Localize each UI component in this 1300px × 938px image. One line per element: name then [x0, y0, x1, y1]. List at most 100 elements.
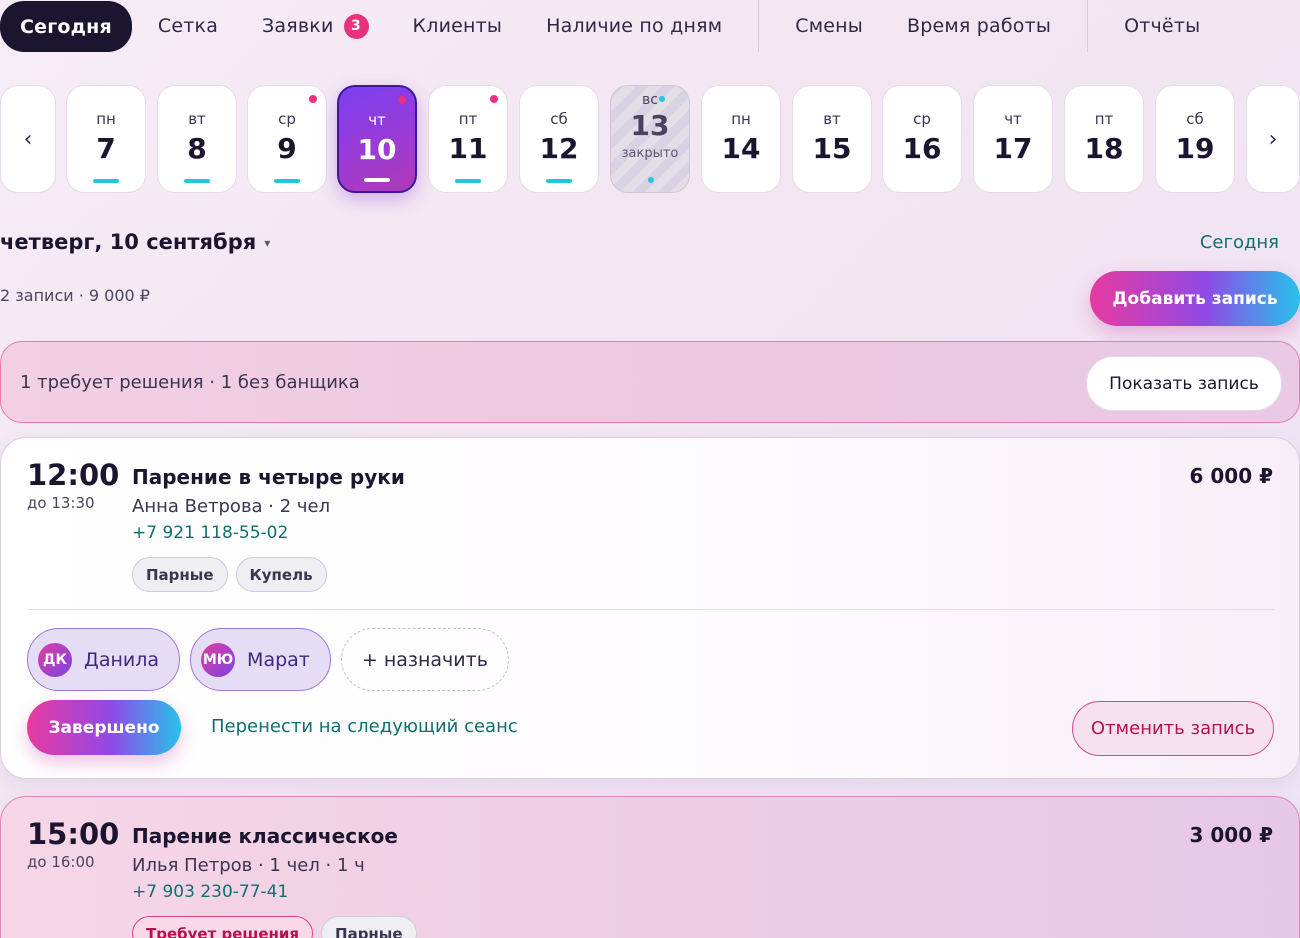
booking-tags: Требует решения Парные — [132, 916, 417, 938]
service-title: Парение в четыре руки — [132, 465, 405, 489]
client-phone-link[interactable]: +7 903 230-77-41 — [132, 882, 288, 902]
requests-count-badge: 3 — [343, 13, 369, 39]
day-number: 19 — [1175, 132, 1215, 165]
chevron-left-icon: ‹ — [23, 126, 33, 152]
day-number: 16 — [902, 132, 942, 165]
day-card[interactable]: вт 8 — [157, 85, 237, 193]
day-card[interactable]: ср 9 — [247, 85, 327, 193]
day-card[interactable]: пт 18 — [1064, 85, 1144, 193]
avatar: ДК — [38, 642, 72, 677]
day-card[interactable]: сб 19 — [1155, 85, 1235, 193]
tab-working-hours-label: Время работы — [906, 15, 1052, 37]
booking-start-time: 15:00 — [27, 817, 120, 851]
date-picker-toggle[interactable]: четверг, 10 сентября ▾ — [0, 230, 270, 254]
day-number: 11 — [448, 132, 488, 165]
day-number: 14 — [721, 132, 761, 165]
day-number: 15 — [812, 132, 852, 165]
attention-banner: 1 требует решения · 1 без банщика Показа… — [0, 341, 1300, 423]
bookings-indicator — [455, 179, 481, 183]
staff-name: Марат — [247, 648, 310, 671]
nav-divider — [1087, 0, 1089, 52]
bookings-indicator — [274, 179, 300, 183]
day-of-week: ср — [913, 110, 931, 128]
staff-chip[interactable]: МЮ Марат — [190, 628, 331, 691]
booking-price: 6 000 ₽ — [1189, 464, 1273, 488]
closed-label: закрыто — [621, 146, 679, 161]
day-of-week: чт — [1004, 110, 1022, 128]
day-number: 18 — [1084, 132, 1124, 165]
booking-card[interactable]: 12:00 до 13:30 Парение в четыре руки Анн… — [0, 437, 1300, 779]
bookings-indicator — [184, 179, 210, 183]
day-of-week: пн — [731, 110, 751, 128]
avatar: МЮ — [201, 642, 236, 677]
service-title: Парение классическое — [132, 824, 398, 848]
attention-text: 1 требует решения · 1 без банщика — [20, 372, 360, 393]
bookings-indicator — [546, 179, 572, 183]
day-card-closed[interactable]: вс 13 закрыто — [610, 85, 690, 193]
caret-down-icon: ▾ — [264, 236, 271, 250]
client-info: Анна Ветрова · 2 чел — [132, 496, 331, 517]
next-week-button[interactable]: › — [1246, 85, 1300, 193]
nav-divider — [758, 0, 760, 52]
assign-staff-button[interactable]: + назначить — [340, 628, 509, 691]
show-booking-button[interactable]: Показать запись — [1086, 356, 1282, 411]
tab-working-hours[interactable]: Время работы — [885, 2, 1073, 50]
tab-reports[interactable]: Отчёты — [1102, 2, 1222, 50]
go-to-today-link[interactable]: Сегодня — [1200, 232, 1279, 253]
divider — [27, 609, 1274, 610]
attention-dot — [398, 96, 406, 104]
selected-day-title: четверг, 10 сентября — [0, 230, 257, 254]
day-of-week: ср — [278, 110, 296, 128]
day-card[interactable]: вт 15 — [792, 85, 872, 193]
day-card[interactable]: пн 14 — [701, 85, 781, 193]
tab-requests[interactable]: Заявки 3 — [240, 2, 390, 50]
day-card[interactable]: пт 11 — [428, 85, 508, 193]
day-number: 9 — [277, 132, 297, 165]
day-of-week: пт — [458, 110, 478, 128]
day-of-week: пт — [1094, 110, 1114, 128]
tab-today[interactable]: Сегодня — [0, 1, 132, 52]
prev-week-button[interactable]: ‹ — [0, 85, 56, 193]
cancel-booking-button[interactable]: Отменить запись — [1072, 701, 1274, 756]
booking-end-time: до 16:00 — [27, 853, 95, 871]
tab-clients-label: Клиенты — [412, 15, 503, 37]
day-of-week: сб — [550, 110, 568, 128]
tab-grid[interactable]: Сетка — [136, 2, 240, 50]
day-card[interactable]: сб 12 — [519, 85, 599, 193]
tab-grid-label: Сетка — [157, 15, 219, 37]
day-card[interactable]: пн 7 — [66, 85, 146, 193]
availability-dot — [659, 96, 665, 102]
booking-card[interactable]: 15:00 до 16:00 Парение классическое Илья… — [0, 796, 1300, 938]
move-to-next-session-link[interactable]: Перенести на следующий сеанс — [211, 716, 518, 737]
day-number: 8 — [187, 132, 207, 165]
staff-chip[interactable]: ДК Данила — [27, 628, 181, 691]
day-of-week: чт — [368, 111, 386, 129]
tab-reports-label: Отчёты — [1124, 15, 1201, 37]
booking-end-time: до 13:30 — [27, 494, 95, 512]
day-card-selected[interactable]: чт 10 — [337, 85, 417, 193]
day-card[interactable]: чт 17 — [973, 85, 1053, 193]
day-number: 7 — [96, 132, 116, 165]
bookings-indicator — [93, 179, 119, 183]
staff-assignments: ДК Данила МЮ Марат + назначить — [27, 628, 509, 691]
client-phone-link[interactable]: +7 921 118-55-02 — [132, 523, 288, 543]
tab-clients[interactable]: Клиенты — [391, 2, 525, 50]
client-info: Илья Петров · 1 чел · 1 ч — [132, 855, 365, 876]
day-of-week: вс — [642, 92, 658, 108]
day-of-week: вт — [188, 110, 206, 128]
tag: Купель — [235, 557, 327, 592]
tab-availability[interactable]: Наличие по дням — [524, 2, 744, 50]
attention-dot — [309, 95, 317, 103]
tab-shifts[interactable]: Смены — [773, 2, 885, 50]
booking-start-time: 12:00 — [27, 458, 120, 492]
day-card[interactable]: ср 16 — [882, 85, 962, 193]
tab-availability-label: Наличие по дням — [546, 15, 723, 37]
tag: Парные — [132, 557, 228, 592]
booking-price: 3 000 ₽ — [1189, 823, 1273, 847]
day-number: 12 — [539, 132, 579, 165]
bookings-indicator — [364, 178, 390, 182]
add-booking-button[interactable]: Добавить запись — [1090, 271, 1300, 326]
mark-completed-button[interactable]: Завершено — [27, 700, 181, 755]
chevron-right-icon: › — [1268, 126, 1278, 152]
day-number: 17 — [993, 132, 1033, 165]
